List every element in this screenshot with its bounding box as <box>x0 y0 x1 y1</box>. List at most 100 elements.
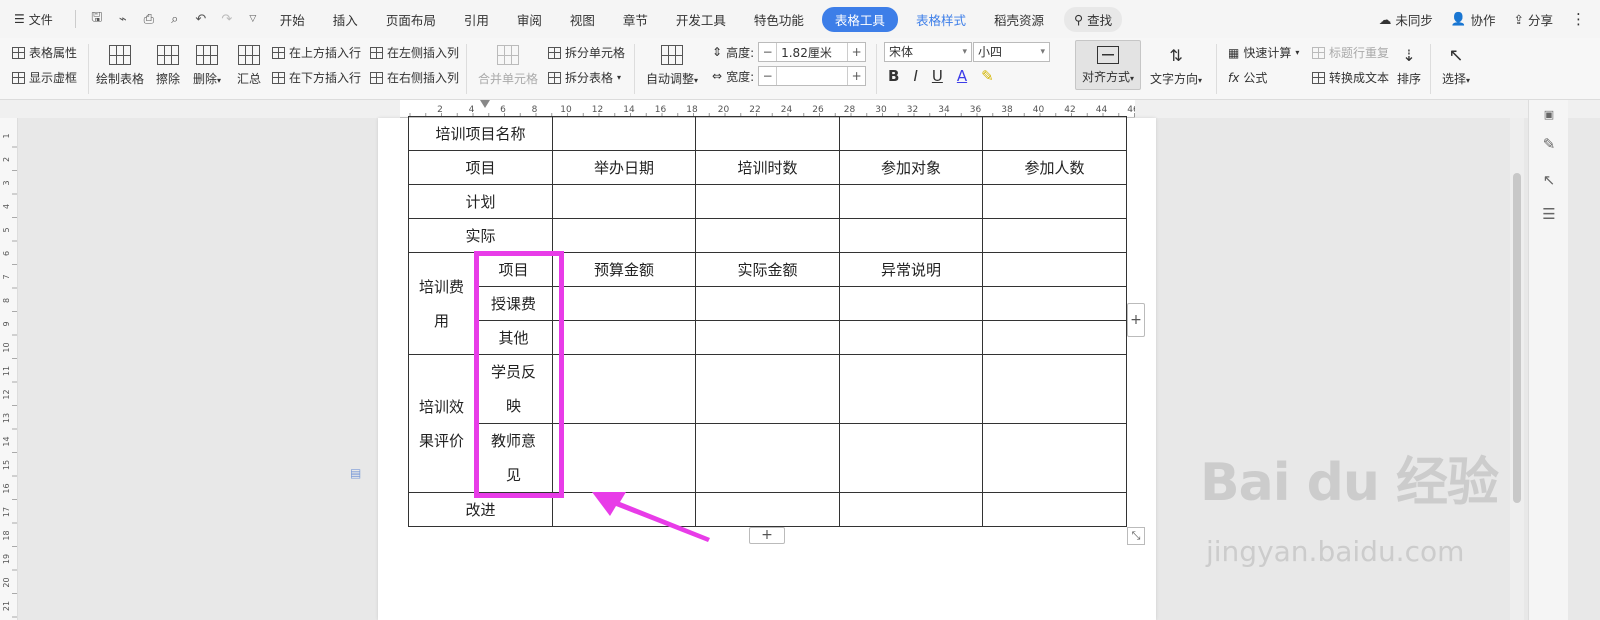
table-cell[interactable] <box>982 354 1127 424</box>
table-cell[interactable] <box>695 354 840 424</box>
undo-icon[interactable]: ↶ <box>190 8 212 30</box>
table-cell[interactable] <box>982 218 1127 253</box>
print-icon[interactable]: ⎙ <box>138 8 160 30</box>
font-size-select[interactable]: 小四 ▾ <box>973 42 1050 62</box>
height-input[interactable]: 1.82厘米 <box>777 44 847 61</box>
table-cell[interactable] <box>839 423 983 493</box>
table-cell[interactable]: 举办日期 <box>552 150 696 185</box>
table-cell[interactable] <box>839 286 983 321</box>
search-button[interactable]: ⚲ 查找 <box>1063 6 1123 32</box>
repeat-header-button[interactable]: 标题行重复 <box>1312 44 1389 61</box>
tab-developer[interactable]: 开发工具 <box>666 6 736 33</box>
table-cell[interactable] <box>695 286 840 321</box>
table-cell[interactable] <box>982 320 1127 355</box>
table-cell[interactable] <box>695 218 840 253</box>
summary-button[interactable]: 汇总 <box>236 42 262 87</box>
table-cell[interactable] <box>982 492 1127 527</box>
height-increase-button[interactable]: + <box>847 43 865 61</box>
split-cells-button[interactable]: 拆分单元格 <box>548 44 625 61</box>
table-cell[interactable]: 培训时数 <box>695 150 840 185</box>
select-button[interactable]: ↖ 选择▾ <box>1442 42 1470 87</box>
tab-table-style[interactable]: 表格样式 <box>906 6 976 33</box>
table-cell[interactable]: 培训项目名称 <box>408 116 553 151</box>
table-cell[interactable] <box>839 184 983 219</box>
collab-button[interactable]: 👤 协作 <box>1451 10 1496 29</box>
tab-view[interactable]: 视图 <box>560 6 605 33</box>
tab-special[interactable]: 特色功能 <box>744 6 814 33</box>
table-cell[interactable]: 计划 <box>408 184 553 219</box>
table-cell[interactable] <box>695 320 840 355</box>
add-column-button[interactable]: + <box>1127 303 1145 337</box>
tab-review[interactable]: 审阅 <box>507 6 552 33</box>
table-cell[interactable]: 实际 <box>408 218 553 253</box>
share-button[interactable]: ⇪ 分享 <box>1514 10 1554 29</box>
text-direction-button[interactable]: ⇅ 文字方向▾ <box>1150 42 1202 87</box>
tab-references[interactable]: 引用 <box>454 6 499 33</box>
table-cell[interactable] <box>982 423 1127 493</box>
table-cell[interactable] <box>839 218 983 253</box>
more-icon[interactable]: ⋮ <box>1571 10 1586 28</box>
print-preview-icon[interactable]: ⌕ <box>164 8 186 30</box>
table-cell[interactable] <box>552 218 696 253</box>
table-cell[interactable]: 预算金额 <box>552 252 696 287</box>
font-name-select[interactable]: 宋体 ▾ <box>884 42 972 62</box>
font-color-icon[interactable]: A <box>957 67 967 85</box>
draw-table-button[interactable]: 绘制表格 <box>96 42 144 87</box>
table-cell[interactable] <box>839 320 983 355</box>
insert-col-left-button[interactable]: 在左侧插入列 <box>370 44 459 61</box>
table-cell[interactable] <box>552 286 696 321</box>
convert-to-text-button[interactable]: 转换成文本 <box>1312 69 1389 86</box>
formula-button[interactable]: fx 公式 <box>1228 69 1267 86</box>
table-cell[interactable] <box>839 492 983 527</box>
tab-insert[interactable]: 插入 <box>323 6 368 33</box>
collapse-panel-icon[interactable]: ▣ <box>1539 104 1559 124</box>
width-decrease-button[interactable]: − <box>759 67 778 85</box>
tab-page-layout[interactable]: 页面布局 <box>376 6 446 33</box>
auto-fit-button[interactable]: 自动调整▾ <box>646 42 698 87</box>
erase-button[interactable]: 擦除 <box>155 42 181 87</box>
tab-table-tools[interactable]: 表格工具 <box>821 6 898 32</box>
add-row-button[interactable]: + <box>749 527 785 544</box>
table-cell[interactable]: 培训效果评价 <box>408 354 475 493</box>
merge-cells-button[interactable]: 合并单元格 <box>478 42 538 87</box>
table-cell[interactable] <box>982 184 1127 219</box>
height-decrease-button[interactable]: − <box>759 43 778 61</box>
sync-button[interactable]: ☁ 未同步 <box>1379 10 1433 29</box>
insert-row-above-button[interactable]: 在上方插入行 <box>272 44 361 61</box>
underline-icon[interactable]: U <box>932 67 943 85</box>
edit-pen-icon[interactable]: ✎ <box>1539 134 1559 154</box>
table-cell[interactable] <box>552 354 696 424</box>
table-cell[interactable]: 异常说明 <box>839 252 983 287</box>
pointer-select-icon[interactable]: ↖ <box>1539 170 1559 190</box>
table-properties-button[interactable]: 表格属性 <box>12 44 77 61</box>
table-cell[interactable]: 参加对象 <box>839 150 983 185</box>
table-cell[interactable] <box>552 116 696 151</box>
format-painter-icon[interactable]: ⌁ <box>112 8 134 30</box>
table-cell[interactable] <box>552 184 696 219</box>
table-cell[interactable] <box>982 252 1127 287</box>
redo-icon[interactable]: ↷ <box>216 8 238 30</box>
file-menu[interactable]: ☰ 文件 <box>8 7 59 32</box>
table-cell[interactable]: 项目 <box>408 150 553 185</box>
table-cell[interactable] <box>839 354 983 424</box>
delete-button[interactable]: 删除▾ <box>193 42 221 87</box>
save-icon[interactable]: 🖫 <box>86 8 108 30</box>
tab-docer[interactable]: 稻壳资源 <box>984 6 1054 33</box>
bold-icon[interactable]: B <box>888 67 899 85</box>
table-cell[interactable] <box>695 184 840 219</box>
insert-col-right-button[interactable]: 在右侧插入列 <box>370 69 459 86</box>
table-cell[interactable] <box>982 116 1127 151</box>
vertical-ruler[interactable]: 1 2 3 4 5 6 7 8 9 10 11 12 13 14 15 16 17 18 19 20 21 <box>0 118 18 620</box>
scrollbar-thumb[interactable] <box>1513 173 1521 503</box>
align-button[interactable]: 对齐方式▾ <box>1075 40 1141 90</box>
table-cell[interactable] <box>839 116 983 151</box>
split-table-button[interactable]: 拆分表格 ▾ <box>548 69 621 86</box>
resize-table-icon[interactable]: ⤡ <box>1127 527 1145 545</box>
table-cell[interactable]: 培训费用 <box>408 252 475 355</box>
sort-button[interactable]: ⇣ 排序 <box>1396 42 1422 87</box>
show-gridlines-button[interactable]: 显示虚框 <box>12 69 77 86</box>
table-cell[interactable] <box>552 320 696 355</box>
table-cell[interactable] <box>982 286 1127 321</box>
tab-home[interactable]: 开始 <box>270 6 315 33</box>
doc-side-icon[interactable]: ▤ <box>350 466 361 480</box>
